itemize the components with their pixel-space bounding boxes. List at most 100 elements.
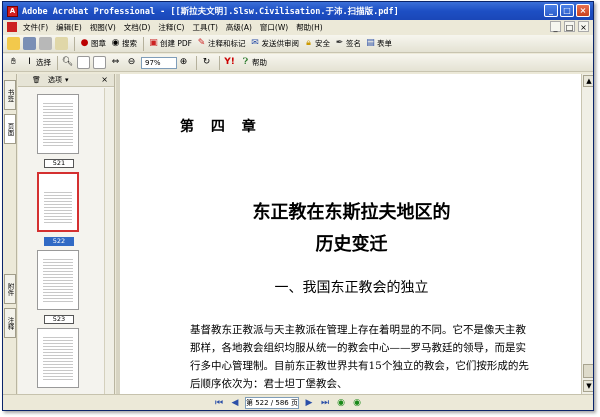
chevron-down-icon: ▾ — [65, 76, 69, 84]
document-window-controls: _ □ × — [550, 21, 589, 32]
main-toolbar: ● 图章 ◉ 搜索 ▣ 创建 PDF ✎ 注释和标记 ✉ 发送供审阅 🔒︎ 安全 ✒ 签名 ▤… — [3, 35, 593, 53]
trash-icon[interactable]: 🗑︎ — [32, 76, 41, 84]
open-button[interactable] — [7, 37, 20, 50]
scroll-thumb[interactable] — [583, 364, 593, 378]
tab-bookmarks[interactable]: 书签 — [4, 80, 16, 110]
tab-pages[interactable]: 页面 — [4, 114, 16, 144]
menu-document[interactable]: 文档(D) — [124, 22, 151, 33]
binoculars-icon: ◉ — [111, 38, 120, 48]
menu-comments[interactable]: 注释(C) — [158, 22, 184, 33]
help-button[interactable]: ❓︎ 帮助 — [239, 56, 267, 69]
toolbar-separator — [196, 55, 197, 70]
last-page-icon[interactable]: ⏭ — [319, 397, 331, 409]
previous-page-icon[interactable]: ◀ — [229, 397, 241, 409]
search-label: 搜索 — [122, 39, 137, 48]
yahoo-icon: Y! — [224, 57, 235, 67]
secure-button[interactable]: 🔒︎ 安全 — [302, 37, 330, 50]
menu-edit[interactable]: 编辑(E) — [56, 22, 82, 33]
thumbnail-content — [43, 101, 73, 148]
section-heading: 一、我国东正教会的独立 — [274, 280, 429, 296]
menu-help[interactable]: 帮助(H) — [296, 22, 323, 33]
doc-minimize-button[interactable]: _ — [550, 21, 561, 32]
lock-icon: 🔒︎ — [306, 38, 311, 48]
navigation-tabs: 书签 页面 附件 注释 — [3, 74, 17, 394]
stamp-label: 图章 — [91, 39, 106, 48]
page-thumbnail-523[interactable] — [37, 250, 79, 310]
maximize-button[interactable]: □ — [560, 4, 574, 17]
zoom-in-icon: ⊕ — [179, 57, 188, 67]
save-button[interactable] — [23, 37, 36, 50]
yahoo-button[interactable]: Y! — [223, 56, 236, 69]
create-pdf-button[interactable]: ▣ 创建 PDF — [147, 37, 192, 50]
fit-page-icon — [93, 56, 106, 69]
zoom-out-button[interactable]: ⊖ — [125, 56, 138, 69]
forms-button[interactable]: ▤ 表单 — [364, 37, 392, 50]
menu-view[interactable]: 视图(V) — [90, 22, 116, 33]
thumbnail-content — [43, 335, 73, 382]
zoom-out-icon: ⊖ — [127, 57, 136, 67]
scroll-up-icon[interactable]: ▲ — [583, 75, 593, 87]
secure-label: 安全 — [315, 39, 330, 48]
thumbnail-label: 521 — [44, 159, 74, 168]
page-thumbnail-524[interactable] — [37, 328, 79, 388]
actual-size-button[interactable] — [77, 56, 90, 69]
chapter-title-line1: 东正教在东斯拉夫地区的 — [252, 202, 451, 223]
acrobat-window: A Adobe Acrobat Professional - [[斯拉夫文明].… — [2, 1, 594, 411]
title-bar[interactable]: A Adobe Acrobat Professional - [[斯拉夫文明].… — [3, 2, 593, 20]
next-view-icon[interactable]: ◉ — [351, 397, 363, 409]
send-review-button[interactable]: ✉ 发送供审阅 — [249, 37, 299, 50]
fit-width-button[interactable]: ⇔ — [109, 56, 122, 69]
options-menu[interactable]: 选项 — [48, 75, 62, 85]
stamp-icon: ● — [80, 38, 89, 48]
print-icon — [39, 37, 52, 50]
save-icon — [23, 37, 36, 50]
rotate-button[interactable]: ↻ — [200, 56, 213, 69]
next-page-icon[interactable]: ▶ — [303, 397, 315, 409]
hand-tool-button[interactable]: ✋︎ — [7, 56, 20, 69]
doc-close-button[interactable]: × — [578, 21, 589, 32]
scroll-down-icon[interactable]: ▼ — [583, 380, 593, 392]
create-pdf-icon: ▣ — [149, 38, 158, 48]
previous-view-icon[interactable]: ◉ — [335, 397, 347, 409]
stamp-button[interactable]: ● 图章 — [78, 37, 106, 50]
sign-button[interactable]: ✒ 签名 — [333, 37, 361, 50]
toolbar-separator — [74, 36, 75, 51]
pages-panel-header: 🗑︎ 选项 ▾ × — [18, 74, 114, 87]
body-paragraph: 基督教东正教派与天主教派在管理上存在着明显的不同。它不是像天主教那样，各地教会组… — [190, 324, 529, 390]
print-button[interactable] — [39, 37, 52, 50]
comment-markup-button[interactable]: ✎ 注释和标记 — [195, 37, 246, 50]
thumbnail-label: 523 — [44, 315, 74, 324]
document-view[interactable]: 第 四 章 东正教在东斯拉夫地区的 历史变迁 一、我国东正教会的独立 基督教东正… — [120, 74, 583, 394]
thumbnail-scrollbar[interactable] — [104, 88, 114, 394]
toolbar-separator — [219, 55, 220, 70]
page-icon — [77, 56, 90, 69]
document-icon[interactable] — [7, 22, 17, 32]
doc-restore-button[interactable]: □ — [564, 21, 575, 32]
menu-advanced[interactable]: 高级(A) — [226, 22, 252, 33]
thumbnail-content — [43, 257, 73, 304]
tab-attachments[interactable]: 附件 — [4, 274, 16, 304]
document-scrollbar[interactable]: ▲ ▼ — [581, 74, 593, 394]
toolbar-separator — [143, 36, 144, 51]
page-number-field[interactable]: 第 522 / 586 页 — [245, 397, 299, 409]
menu-tools[interactable]: 工具(T) — [192, 22, 217, 33]
first-page-icon[interactable]: ⏮ — [213, 397, 225, 409]
thumbnail-content — [44, 190, 72, 225]
close-button[interactable]: × — [576, 4, 590, 17]
menu-file[interactable]: 文件(F) — [23, 22, 48, 33]
fit-page-button[interactable] — [93, 56, 106, 69]
menu-window[interactable]: 窗口(W) — [260, 22, 288, 33]
zoom-tool-button[interactable]: 🔍︎ — [61, 56, 74, 69]
create-pdf-label: 创建 PDF — [160, 39, 192, 48]
close-icon[interactable]: × — [101, 75, 108, 84]
email-button[interactable] — [55, 37, 68, 50]
help-icon: ❓︎ — [242, 57, 249, 67]
zoom-in-button[interactable]: ⊕ — [177, 56, 190, 69]
zoom-level-field[interactable]: 97% — [141, 56, 177, 69]
search-button[interactable]: ◉ 搜索 — [109, 37, 137, 50]
tab-comments[interactable]: 注释 — [4, 308, 16, 338]
select-tool-button[interactable]: I 选择 — [23, 56, 51, 69]
page-thumbnail-521[interactable] — [37, 94, 79, 154]
minimize-button[interactable]: _ — [544, 4, 558, 17]
page-thumbnail-522[interactable] — [37, 172, 79, 232]
